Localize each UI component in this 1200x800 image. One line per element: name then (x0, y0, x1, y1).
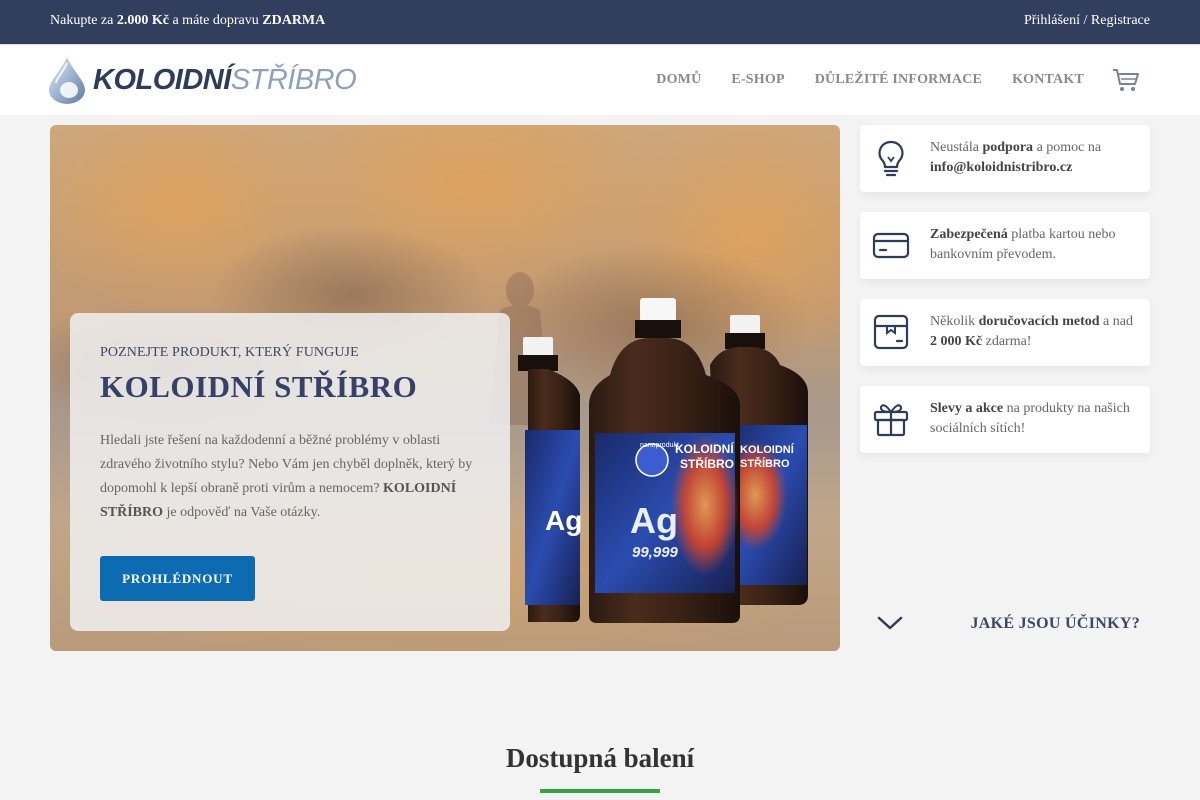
hero-description: Hledali jste řešení na každodenní a běžn… (100, 429, 485, 525)
section-title-underline (540, 789, 660, 793)
package-icon (873, 314, 909, 350)
bottle-front-purity: 99,999 (632, 544, 679, 561)
logo-text: KOLOIDNÍSTŘÍBRO (93, 63, 357, 97)
chevron-down-icon[interactable] (876, 614, 904, 632)
logo[interactable]: KOLOIDNÍSTŘÍBRO (47, 54, 357, 106)
feature-text-part: a pomoc na (1033, 140, 1102, 155)
feature-text-part: Několik (930, 314, 979, 329)
feature-support: Neustála podpora a pomoc na info@koloidn… (860, 125, 1150, 192)
hero-subtitle: POZNEJTE PRODUKT, KTERÝ FUNGUJE (100, 345, 359, 360)
feature-text-part: a nad (1099, 314, 1133, 329)
drop-logo-icon (49, 57, 85, 104)
hero-card: POZNEJTE PRODUKT, KTERÝ FUNGUJE KOLOIDNÍ… (70, 313, 510, 631)
nav-item-eshop[interactable]: E-SHOP (731, 72, 784, 88)
feature-payment-text: Zabezpečená platba kartou nebo bankovním… (930, 225, 1140, 265)
feature-support-text: Neustála podpora a pomoc na info@koloidn… (930, 138, 1140, 178)
cart-icon[interactable] (1112, 67, 1140, 93)
register-link[interactable]: Registrace (1091, 13, 1150, 28)
feature-text-bold: 2 000 Kč (930, 334, 983, 349)
bottle-front-symbol: Ag (630, 500, 678, 541)
feature-delivery: Několik doručovacích metod a nad 2 000 K… (860, 299, 1150, 366)
logo-text-bold: KOLOIDNÍ (93, 63, 231, 96)
feature-text-part: Neustála (930, 140, 983, 155)
promo-text-mid: a máte dopravu (168, 13, 263, 28)
hero-title: KOLOIDNÍ STŘÍBRO (100, 369, 418, 404)
effects-link[interactable]: JAKÉ JSOU ÚČINKY? (970, 615, 1140, 633)
auth-separator: / (1080, 13, 1091, 28)
auth-links: Přihlášení / Registrace (1024, 13, 1150, 29)
gift-icon (873, 404, 909, 437)
bottle-right-brand: KOLOIDNÍ (740, 443, 795, 456)
feature-delivery-text: Několik doručovacích metod a nad 2 000 K… (930, 312, 1140, 352)
hero-banner: Ag KOLOIDNÍ STŘÍBRO nanoprodukt KOLOIDNÍ… (50, 125, 840, 651)
top-bar: Nakupte za 2.000 Kč a máte dopravu ZDARM… (0, 0, 1200, 44)
site-header: KOLOIDNÍSTŘÍBRO DOMŮ E-SHOP DŮLEŽITÉ INF… (0, 44, 1200, 115)
promo-free: ZDARMA (262, 13, 326, 28)
free-shipping-promo: Nakupte za 2.000 Kč a máte dopravu ZDARM… (50, 13, 325, 29)
hero-text-end: je odpověď na Vaše otázky. (163, 505, 321, 520)
view-product-button[interactable]: PROHLÉDNOUT (100, 556, 255, 601)
feature-discounts: Slevy a akce na produkty na našich sociá… (860, 386, 1150, 453)
support-email[interactable]: info@koloidnistribro.cz (930, 160, 1072, 175)
nav-item-home[interactable]: DOMŮ (656, 72, 701, 88)
feature-text-bold: Zabezpečená (930, 227, 1008, 242)
login-link[interactable]: Přihlášení (1024, 13, 1080, 28)
nav-item-important-info[interactable]: DŮLEŽITÉ INFORMACE (815, 72, 982, 88)
bottle-front-brand: KOLOIDNÍ (675, 441, 734, 456)
feature-text-bold: doručovacích metod (978, 314, 1100, 329)
section-title: Dostupná balení (505, 743, 695, 773)
main-nav: DOMŮ E-SHOP DŮLEŽITÉ INFORMACE KONTAKT (656, 72, 1084, 88)
nav-item-contact[interactable]: KONTAKT (1012, 72, 1084, 88)
bottle-front-maker: nanoprodukt (640, 442, 679, 449)
feature-text-part: zdarma! (982, 334, 1032, 349)
promo-amount: 2.000 Kč (116, 13, 169, 28)
feature-text-bold: podpora (982, 140, 1034, 155)
feature-discounts-text: Slevy a akce na produkty na našich sociá… (930, 399, 1140, 439)
promo-text: Nakupte za (50, 13, 117, 28)
feature-text-bold: Slevy a akce (930, 401, 1004, 416)
logo-text-light: STŘÍBRO (230, 63, 357, 96)
credit-card-icon (872, 232, 910, 259)
bottle-back-symbol: Ag (545, 505, 582, 536)
lightbulb-icon (878, 140, 904, 177)
bottle-right-brand2: STŘÍBRO (740, 457, 790, 470)
bottle-front-brand2: STŘÍBRO (680, 456, 734, 471)
feature-payment: Zabezpečená platba kartou nebo bankovním… (860, 212, 1150, 279)
